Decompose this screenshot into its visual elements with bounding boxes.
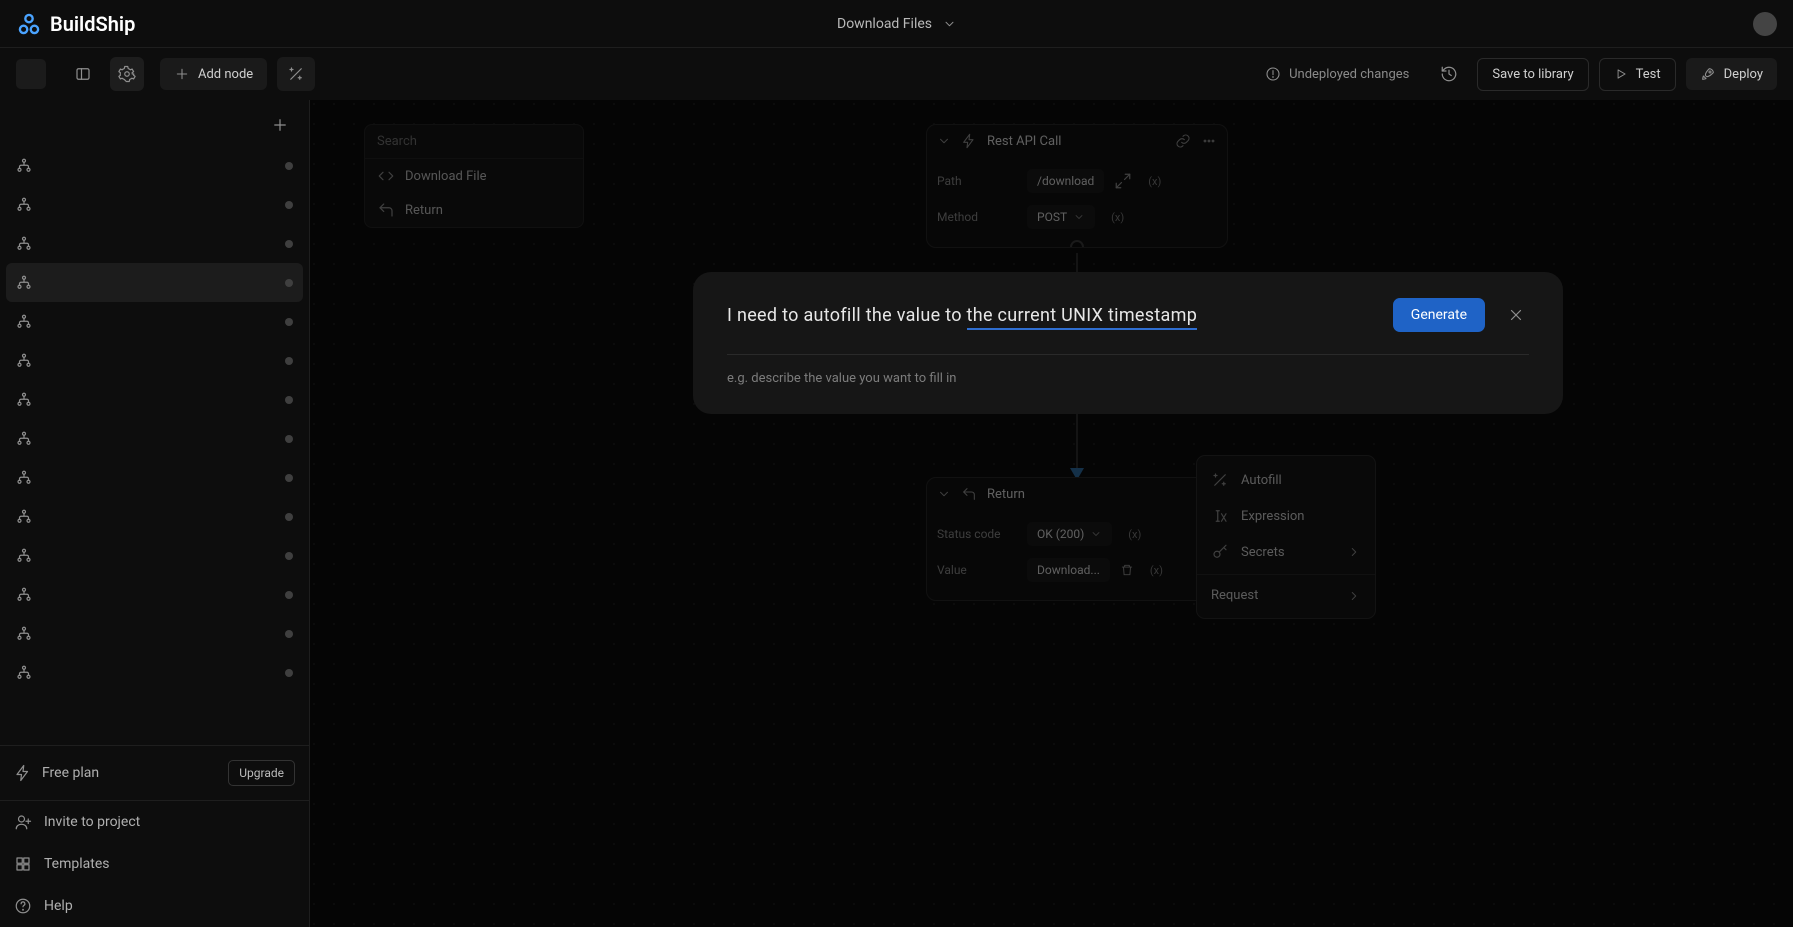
deploy-button[interactable]: Deploy <box>1686 58 1777 90</box>
play-icon <box>1614 67 1628 81</box>
plan-label: Free plan <box>42 765 99 781</box>
close-dialog-button[interactable] <box>1503 302 1529 328</box>
autofill-dialog: I need to autofill the value to the curr… <box>693 272 1563 414</box>
invite-label: Invite to project <box>44 814 140 830</box>
status-dot <box>285 357 293 365</box>
tree-icon <box>14 156 34 176</box>
status-dot <box>285 669 293 677</box>
status-dot <box>285 240 293 248</box>
status-dot <box>285 513 293 521</box>
status-dot <box>285 435 293 443</box>
logo-icon <box>16 11 42 37</box>
status-dot <box>285 552 293 560</box>
modal-backdrop[interactable] <box>310 100 1793 927</box>
deploy-label: Deploy <box>1724 67 1763 82</box>
history-button[interactable] <box>1431 56 1467 92</box>
workflow-title[interactable]: Download Files <box>837 16 932 32</box>
plus-icon <box>271 116 289 134</box>
templates-label: Templates <box>44 856 110 872</box>
workflow-list-item[interactable] <box>6 146 303 185</box>
tree-icon <box>14 351 34 371</box>
dialog-hint: e.g. describe the value you want to fill… <box>727 371 1529 386</box>
plus-icon <box>174 66 190 82</box>
settings-button[interactable] <box>110 57 144 91</box>
templates-icon <box>14 855 32 873</box>
workflow-color-swatch[interactable] <box>16 59 46 89</box>
rocket-icon <box>1700 66 1716 82</box>
brand-name: BuildShip <box>50 12 135 36</box>
help-label: Help <box>44 898 73 914</box>
user-plus-icon <box>14 813 32 831</box>
upgrade-button[interactable]: Upgrade <box>228 760 295 786</box>
bolt-icon <box>14 764 32 782</box>
sparkle-icon <box>287 65 305 83</box>
avatar[interactable] <box>1753 12 1777 36</box>
autofill-prompt-input[interactable]: I need to autofill the value to the curr… <box>727 305 1375 326</box>
status-dot <box>285 201 293 209</box>
status-dot <box>285 630 293 638</box>
ai-sparkle-button[interactable] <box>277 57 315 91</box>
tree-icon <box>14 546 34 566</box>
workflow-list-item-active[interactable] <box>6 263 303 302</box>
workflow-list-item[interactable] <box>6 302 303 341</box>
tree-icon <box>14 585 34 605</box>
tree-icon <box>14 468 34 488</box>
tree-icon <box>14 312 34 332</box>
tree-icon <box>14 390 34 410</box>
workflow-list-item[interactable] <box>6 341 303 380</box>
status-dot <box>285 318 293 326</box>
workflow-list-item[interactable] <box>6 575 303 614</box>
undeployed-status: Undeployed changes <box>1253 59 1421 89</box>
tree-icon <box>14 624 34 644</box>
invite-link[interactable]: Invite to project <box>0 801 309 843</box>
tree-icon <box>14 429 34 449</box>
tree-icon <box>14 273 34 293</box>
separator <box>727 354 1529 355</box>
help-icon <box>14 897 32 915</box>
status-dot <box>285 279 293 287</box>
workflow-list-item[interactable] <box>6 458 303 497</box>
add-node-label: Add node <box>198 67 253 82</box>
add-node-button[interactable]: Add node <box>160 58 267 90</box>
gear-icon <box>118 65 136 83</box>
chevron-down-icon[interactable] <box>942 17 956 31</box>
workflow-list-item[interactable] <box>6 419 303 458</box>
help-link[interactable]: Help <box>0 885 309 927</box>
warning-icon <box>1265 66 1281 82</box>
test-label: Test <box>1636 67 1661 82</box>
workflow-list-item[interactable] <box>6 497 303 536</box>
tree-icon <box>14 195 34 215</box>
generate-button[interactable]: Generate <box>1393 298 1485 332</box>
status-dot <box>285 396 293 404</box>
save-to-library-button[interactable]: Save to library <box>1477 58 1588 91</box>
workflow-list-item[interactable] <box>6 536 303 575</box>
workflow-list-item[interactable] <box>6 224 303 263</box>
history-icon <box>1440 65 1458 83</box>
workflow-list-item[interactable] <box>6 653 303 692</box>
status-dot <box>285 591 293 599</box>
templates-link[interactable]: Templates <box>0 843 309 885</box>
panel-toggle-button[interactable] <box>66 57 100 91</box>
status-dot <box>285 162 293 170</box>
panel-icon <box>74 65 92 83</box>
tree-icon <box>14 663 34 683</box>
workflow-list-item[interactable] <box>6 380 303 419</box>
tree-icon <box>14 234 34 254</box>
workflow-list-item[interactable] <box>6 185 303 224</box>
test-button[interactable]: Test <box>1599 58 1676 91</box>
tree-icon <box>14 507 34 527</box>
undeployed-label: Undeployed changes <box>1289 67 1409 82</box>
brand-logo[interactable]: BuildShip <box>16 11 135 37</box>
close-icon <box>1507 306 1525 324</box>
save-label: Save to library <box>1492 67 1573 82</box>
add-workflow-button[interactable] <box>263 108 297 142</box>
status-dot <box>285 474 293 482</box>
workflow-list-item[interactable] <box>6 614 303 653</box>
